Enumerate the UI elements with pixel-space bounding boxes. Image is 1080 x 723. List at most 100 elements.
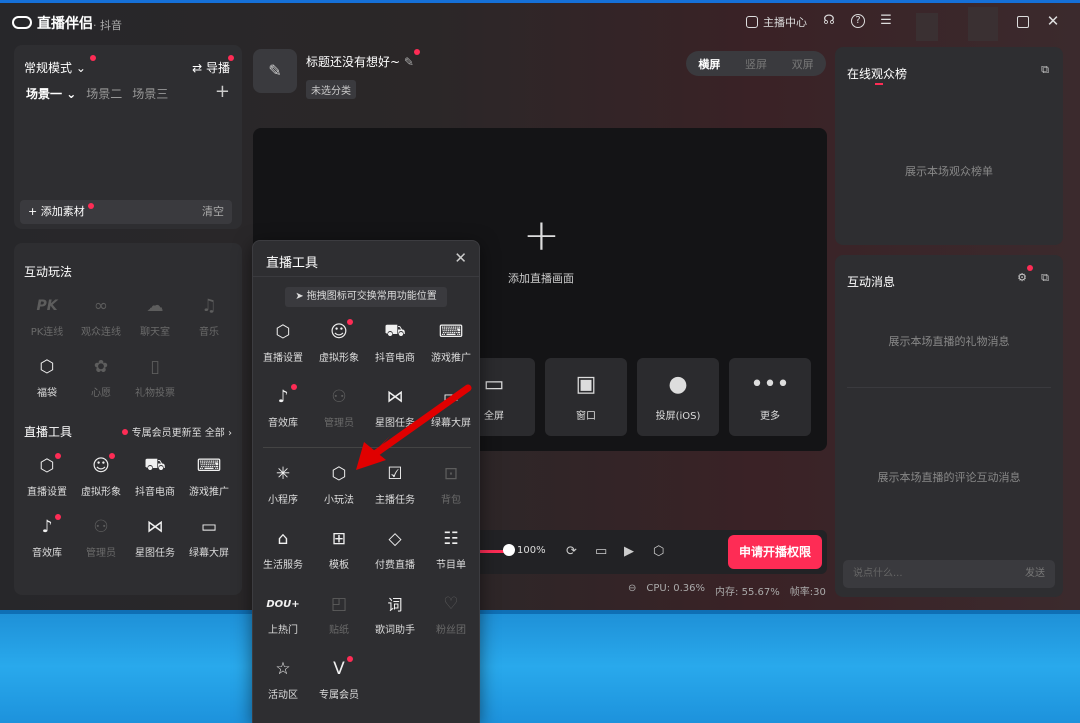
interactive-title: 互动玩法 xyxy=(24,265,73,279)
send-button[interactable]: 发送 xyxy=(1025,560,1045,588)
tool-label: 小程序 xyxy=(268,495,298,506)
menu-icon[interactable]: ☰ xyxy=(879,14,893,28)
category-badge[interactable]: 未选分类 xyxy=(306,80,356,99)
popout-icon[interactable]: ⧉ xyxy=(1041,63,1049,77)
backpack-button[interactable]: ⊡ 背包 xyxy=(423,463,479,506)
live-settings-button[interactable]: ⬡ 直播设置 xyxy=(20,453,74,498)
maximize-icon[interactable] xyxy=(1017,16,1029,28)
tab-scene-3[interactable]: 场景三 xyxy=(132,85,168,102)
member-update-link[interactable]: 专属会员更新至 全部 › xyxy=(122,424,232,439)
source-window[interactable]: ▣ 窗口 xyxy=(545,358,627,436)
chat-input[interactable]: 说点什么... 发送 xyxy=(843,560,1055,588)
activity-area-button[interactable]: ☆ 活动区 xyxy=(255,658,311,701)
app-window: 直播伴侣 · 抖音 主播中心 ☊ ? ☰ ✕ 常规模式 ⌄ ⇄ 导播 场景一 ⌄… xyxy=(0,3,1080,610)
member-hint: 专属会员更新至 xyxy=(131,428,202,439)
chat-room-button[interactable]: ☁ 聊天室 xyxy=(128,295,182,338)
star-task-button[interactable]: ⋈ 星图任务 xyxy=(367,386,423,429)
game-promo-button[interactable]: ⌨ 游戏推广 xyxy=(423,321,479,364)
source-ios-cast[interactable]: ● 投屏(iOS) xyxy=(637,358,719,436)
volume-knob[interactable] xyxy=(503,544,515,556)
device-icon[interactable]: ▭ xyxy=(595,544,607,559)
tool-label: 小玩法 xyxy=(324,495,354,506)
music-button[interactable]: ♫ 音乐 xyxy=(182,295,236,338)
live-title-text: 标题还没有想好~ xyxy=(306,55,401,69)
green-screen-button[interactable]: ▭ 绿幕大屏 xyxy=(182,516,236,559)
camera-icon[interactable]: ▶ xyxy=(624,544,634,559)
tool-label: 游戏推广 xyxy=(189,487,229,498)
template-button[interactable]: ⊞ 模板 xyxy=(311,528,367,571)
edit-icon: ✎ xyxy=(268,61,282,80)
host-center-button[interactable]: 主播中心 xyxy=(746,14,807,30)
cart-icon: ⛟ xyxy=(144,455,166,475)
monitor-icon: ▭ xyxy=(483,372,505,397)
add-scene-plus-icon[interactable]: + xyxy=(523,210,560,261)
source-more[interactable]: ••• 更多 xyxy=(729,358,811,436)
wish-button[interactable]: ✿ 心愿 xyxy=(74,356,128,399)
dou-plus-button[interactable]: DOU+ 上热门 xyxy=(255,593,311,637)
zoom-icon[interactable]: ⊖ xyxy=(628,583,636,598)
mini-program-icon: ✳ xyxy=(275,464,291,484)
program-list-button[interactable]: ☷ 节目单 xyxy=(423,528,479,571)
avatar-button[interactable]: ☺ 虚拟形象 xyxy=(311,319,367,364)
tool-label: 绿幕大屏 xyxy=(189,548,229,559)
tool-label: 音效库 xyxy=(268,418,298,429)
lyrics-helper-button[interactable]: 词歌词助手 xyxy=(367,593,423,637)
mode-selector[interactable]: 常规模式 ⌄ xyxy=(24,59,86,76)
add-material-button[interactable]: + 添加素材 xyxy=(28,205,85,218)
apply-live-permission-button[interactable]: 申请开播权限 xyxy=(728,535,822,569)
settings-hex-icon: ⬡ xyxy=(275,322,291,342)
fan-club-button[interactable]: ♡ 粉丝团 xyxy=(423,593,479,636)
local-service-button[interactable]: ⌂ 生活服务 xyxy=(255,528,311,571)
close-icon[interactable]: ✕ xyxy=(1046,14,1060,29)
admin-button[interactable]: ⚇ 管理员 xyxy=(311,386,367,429)
tool-label: 付费直播 xyxy=(375,560,415,571)
star-task-button[interactable]: ⋈ 星图任务 xyxy=(128,516,182,559)
close-icon[interactable]: ✕ xyxy=(454,249,467,267)
sound-library-button[interactable]: ♪ 音效库 xyxy=(255,384,311,429)
admin-button[interactable]: ⚇ 管理员 xyxy=(74,516,128,559)
edit-cover-button[interactable]: ✎ xyxy=(253,49,297,93)
settings-icon[interactable]: ⚙ xyxy=(1017,271,1027,284)
vote-icon: ▯ xyxy=(150,357,160,377)
game-promo-button[interactable]: ⌨ 游戏推广 xyxy=(182,455,236,498)
popout-icon[interactable]: ⧉ xyxy=(1041,271,1049,285)
sound-icon: ♪ xyxy=(271,384,297,408)
lucky-bag-button[interactable]: ⬡ 福袋 xyxy=(20,356,74,399)
pk-button[interactable]: PK PK连线 xyxy=(20,295,74,338)
live-settings-button[interactable]: ⬡ 直播设置 xyxy=(255,321,311,364)
desktop-wallpaper xyxy=(0,610,1080,723)
avatar-button[interactable]: ☺ 虚拟形象 xyxy=(74,453,128,498)
sticker-button[interactable]: ◰ 贴纸 xyxy=(311,593,367,636)
paid-live-button[interactable]: ◇ 付费直播 xyxy=(367,528,423,571)
host-task-button[interactable]: ☑ 主播任务 xyxy=(367,463,423,506)
beauty-icon[interactable]: ⟳ xyxy=(566,544,577,559)
ecommerce-button[interactable]: ⛟ 抖音电商 xyxy=(367,321,423,364)
orientation-portrait[interactable]: 竖屏 xyxy=(745,56,767,72)
ecommerce-button[interactable]: ⛟ 抖音电商 xyxy=(128,455,182,498)
settings-icon[interactable]: ⬡ xyxy=(653,544,664,559)
popup-title: 直播工具 xyxy=(266,256,319,271)
live-title[interactable]: 标题还没有想好~ ✎ xyxy=(306,53,414,70)
add-scene-icon[interactable]: + xyxy=(215,81,230,102)
guide-button[interactable]: ⇄ 导播 xyxy=(192,59,230,76)
audience-link-button[interactable]: ∞ 观众连线 xyxy=(74,295,128,338)
gift-vote-button[interactable]: ▯ 礼物投票 xyxy=(128,356,182,399)
clear-button[interactable]: 清空 xyxy=(202,200,224,224)
tool-label: 粉丝团 xyxy=(436,625,466,636)
sound-library-button[interactable]: ♪ 音效库 xyxy=(20,514,74,559)
orientation-landscape[interactable]: 横屏 xyxy=(698,56,720,72)
link-icon: ∞ xyxy=(93,296,109,316)
mini-program-button[interactable]: ✳ 小程序 xyxy=(255,463,311,506)
orientation-dual[interactable]: 双屏 xyxy=(792,56,814,72)
vip-member-button[interactable]: V 专属会员 xyxy=(311,656,367,701)
title-bar: 直播伴侣 · 抖音 主播中心 ☊ ? ☰ ✕ xyxy=(0,3,1080,41)
tool-label: 虚拟形象 xyxy=(319,353,359,364)
tab-scene-1[interactable]: 场景一 ⌄ xyxy=(26,85,76,102)
badge-dot xyxy=(55,453,61,459)
mini-game-button[interactable]: ⬡ 小玩法 xyxy=(311,463,367,506)
headset-icon[interactable]: ☊ xyxy=(822,14,836,28)
help-icon[interactable]: ? xyxy=(851,14,865,28)
tab-scene-2[interactable]: 场景二 xyxy=(86,85,122,102)
green-screen-button[interactable]: ▭ 绿幕大屏 xyxy=(423,386,479,429)
badge-dot xyxy=(1027,265,1033,271)
